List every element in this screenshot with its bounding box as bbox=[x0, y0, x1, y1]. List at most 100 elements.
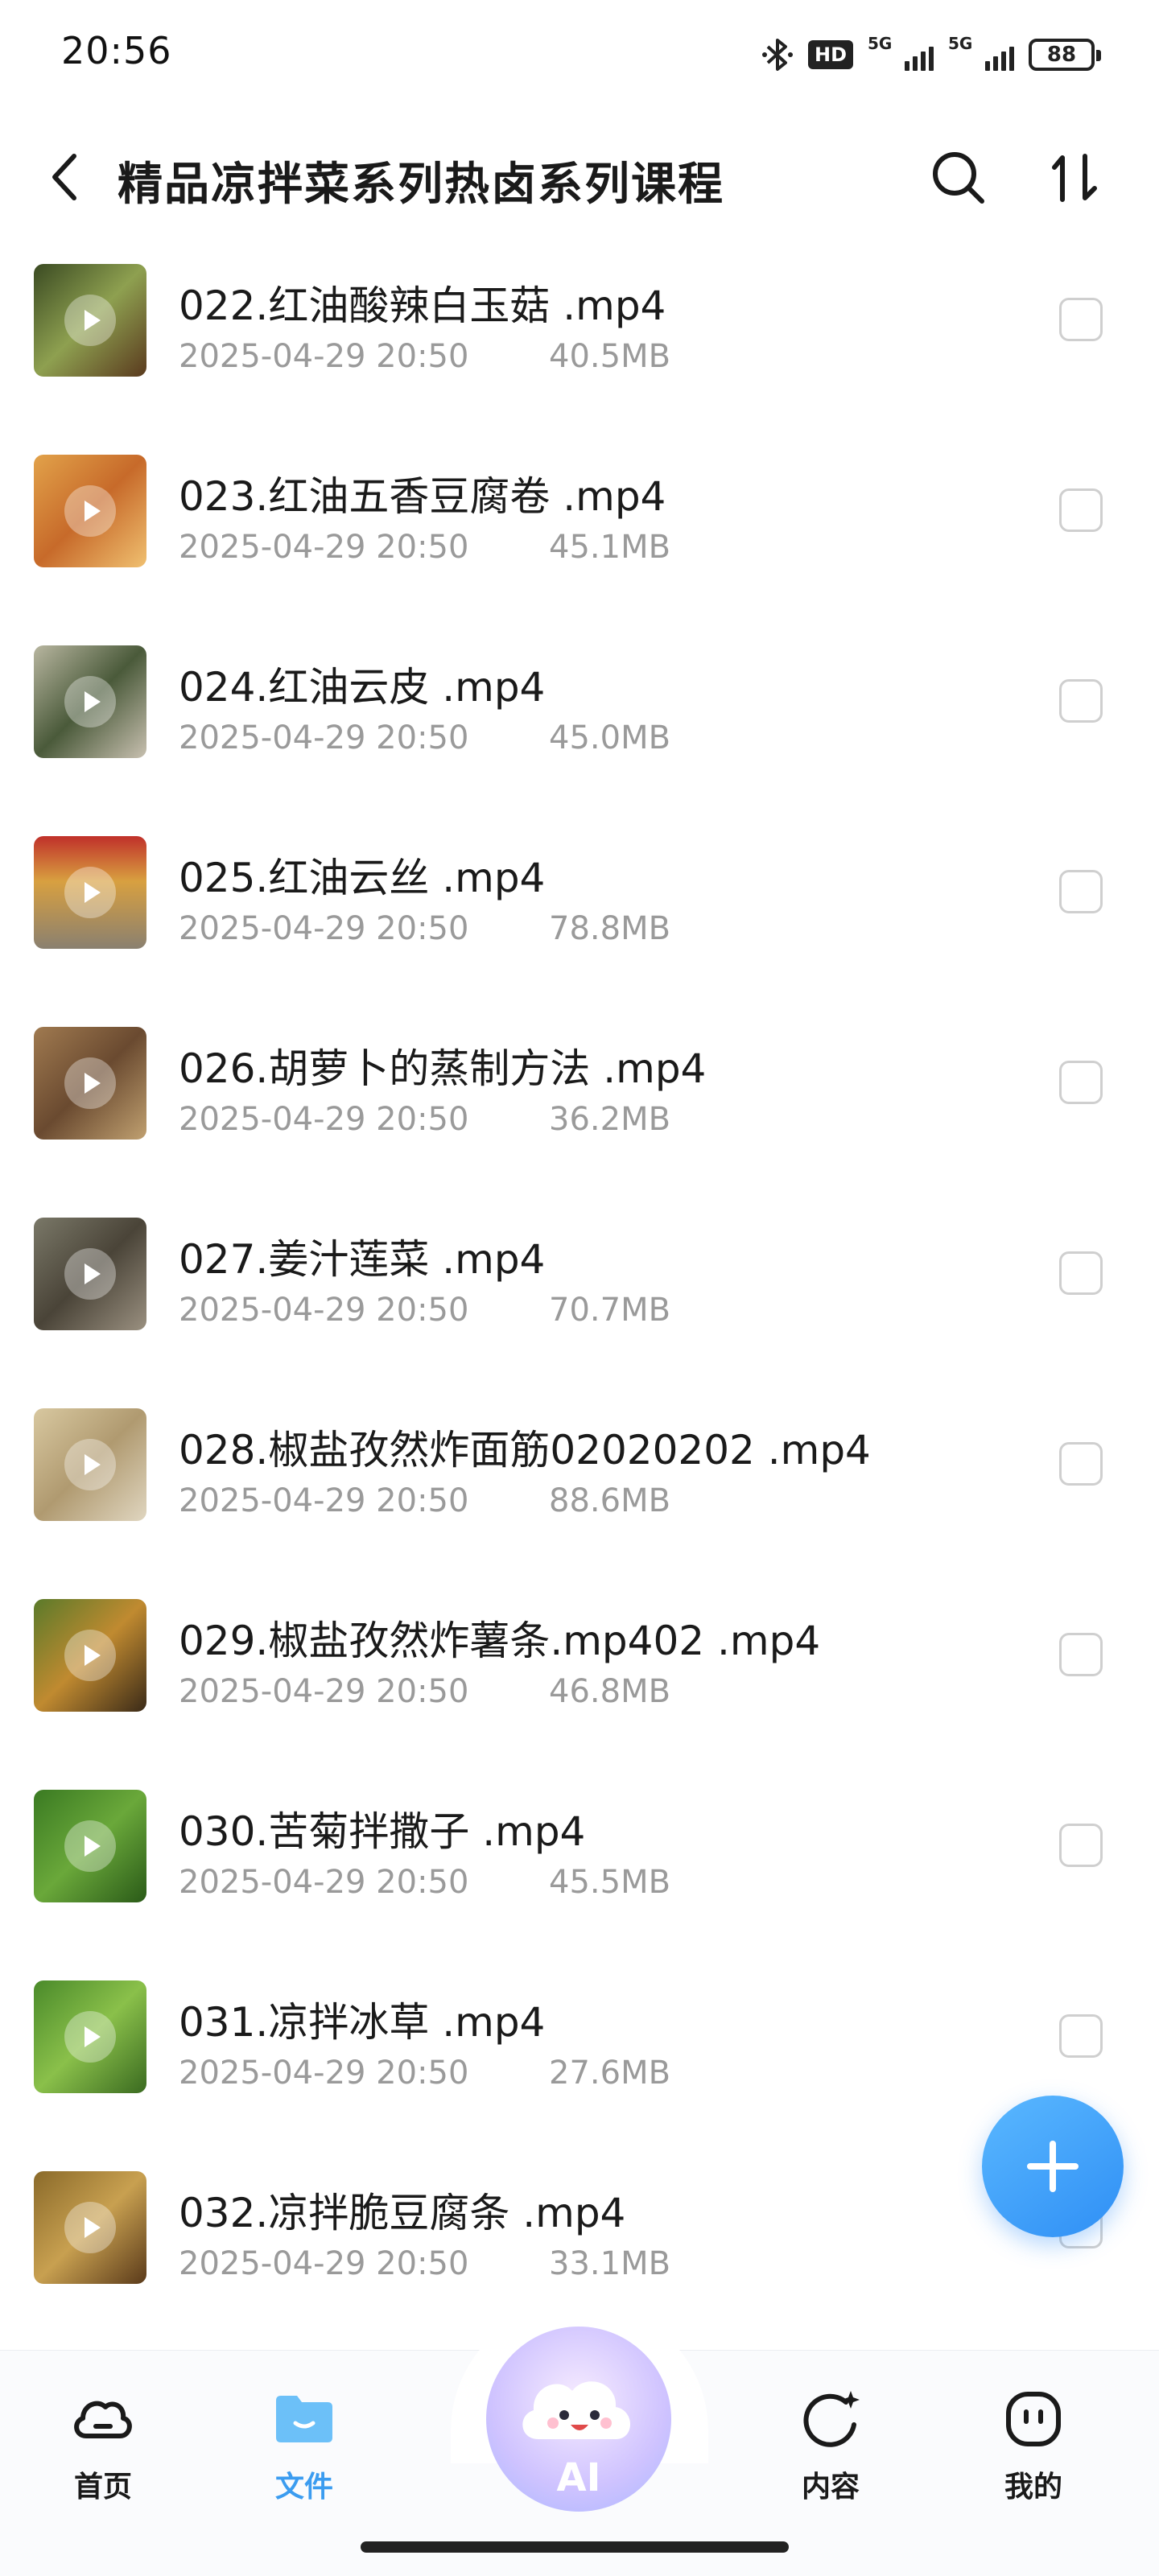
file-size: 78.8MB bbox=[549, 910, 671, 947]
file-size: 27.6MB bbox=[549, 2055, 671, 2092]
file-size: 40.5MB bbox=[549, 338, 671, 375]
video-thumbnail[interactable] bbox=[34, 1599, 146, 1712]
content-spark-icon bbox=[803, 2391, 860, 2447]
file-name: 028.椒盐孜然炸面筋02020202 .mp4 bbox=[179, 1427, 871, 1473]
file-meta: 2025-04-29 20:50 40.5MB bbox=[179, 338, 670, 375]
file-name: 023.红油五香豆腐卷 .mp4 bbox=[179, 473, 666, 520]
nav-home[interactable]: 首页 bbox=[47, 2383, 159, 2504]
sort-icon[interactable] bbox=[1043, 145, 1109, 211]
file-row[interactable]: 031.凉拌冰草 .mp4 2025-04-29 20:50 27.6MB bbox=[0, 1966, 1159, 2157]
nav-content-label: 内容 bbox=[801, 2471, 860, 2504]
nav-content[interactable]: 内容 bbox=[774, 2383, 887, 2504]
file-meta: 2025-04-29 20:50 70.7MB bbox=[179, 1292, 670, 1329]
signal-5g-2-icon: 5G bbox=[948, 34, 1014, 72]
file-meta: 2025-04-29 20:50 33.1MB bbox=[179, 2245, 670, 2282]
select-checkbox[interactable] bbox=[1059, 1633, 1103, 1676]
video-thumbnail[interactable] bbox=[34, 455, 146, 567]
nav-files[interactable]: 文件 bbox=[248, 2383, 361, 2504]
video-thumbnail[interactable] bbox=[34, 2171, 146, 2284]
select-checkbox[interactable] bbox=[1059, 298, 1103, 341]
file-meta: 2025-04-29 20:50 46.8MB bbox=[179, 1673, 670, 1710]
ai-label: AI bbox=[556, 2455, 601, 2500]
play-icon bbox=[64, 1248, 116, 1300]
play-icon bbox=[64, 485, 116, 537]
file-date: 2025-04-29 20:50 bbox=[179, 719, 469, 756]
video-thumbnail[interactable] bbox=[34, 836, 146, 949]
file-row[interactable]: 024.红油云皮 .mp4 2025-04-29 20:50 45.0MB bbox=[0, 631, 1159, 822]
file-row[interactable]: 030.苦菊拌撒子 .mp4 2025-04-29 20:50 45.5MB bbox=[0, 1775, 1159, 1966]
file-date: 2025-04-29 20:50 bbox=[179, 2245, 469, 2282]
video-thumbnail[interactable] bbox=[34, 1790, 146, 1902]
file-name: 025.红油云丝 .mp4 bbox=[179, 855, 546, 901]
file-size: 36.2MB bbox=[549, 1101, 671, 1138]
profile-icon bbox=[1006, 2392, 1061, 2446]
file-size: 46.8MB bbox=[549, 1673, 671, 1710]
file-row[interactable]: 025.红油云丝 .mp4 2025-04-29 20:50 78.8MB bbox=[0, 822, 1159, 1012]
file-date: 2025-04-29 20:50 bbox=[179, 2055, 469, 2092]
file-date: 2025-04-29 20:50 bbox=[179, 1292, 469, 1329]
file-list: 022.红油酸辣白玉菇 .mp4 2025-04-29 20:50 40.5MB … bbox=[0, 249, 1159, 2347]
nav-mine-label: 我的 bbox=[1004, 2471, 1062, 2504]
file-row[interactable]: 028.椒盐孜然炸面筋02020202 .mp4 2025-04-29 20:5… bbox=[0, 1394, 1159, 1585]
file-name: 027.姜汁莲菜 .mp4 bbox=[179, 1236, 546, 1283]
play-icon bbox=[64, 1057, 116, 1109]
file-row[interactable]: 026.胡萝卜的蒸制方法 .mp4 2025-04-29 20:50 36.2MB bbox=[0, 1012, 1159, 1203]
video-thumbnail[interactable] bbox=[34, 645, 146, 758]
play-icon bbox=[64, 867, 116, 918]
signal-5g-1-icon: 5G bbox=[868, 34, 934, 72]
cloud-mascot-icon bbox=[522, 2381, 630, 2439]
file-row[interactable]: 023.红油五香豆腐卷 .mp4 2025-04-29 20:50 45.1MB bbox=[0, 440, 1159, 631]
select-checkbox[interactable] bbox=[1059, 1824, 1103, 1867]
page-title: 精品凉拌菜系列热卤系列课程 bbox=[118, 159, 724, 211]
file-name: 031.凉拌冰草 .mp4 bbox=[179, 1999, 546, 2046]
add-button[interactable] bbox=[982, 2096, 1124, 2237]
home-indicator[interactable] bbox=[361, 2541, 789, 2553]
play-icon bbox=[64, 676, 116, 727]
video-thumbnail[interactable] bbox=[34, 1408, 146, 1521]
file-date: 2025-04-29 20:50 bbox=[179, 1101, 469, 1138]
file-row[interactable]: 027.姜汁莲菜 .mp4 2025-04-29 20:50 70.7MB bbox=[0, 1203, 1159, 1394]
video-thumbnail[interactable] bbox=[34, 264, 146, 377]
play-icon bbox=[64, 2202, 116, 2253]
ai-assistant-button[interactable]: AI bbox=[486, 2327, 671, 2512]
select-checkbox[interactable] bbox=[1059, 1442, 1103, 1486]
file-row[interactable]: 022.红油酸辣白玉菇 .mp4 2025-04-29 20:50 40.5MB bbox=[0, 249, 1159, 440]
file-name: 032.凉拌脆豆腐条 .mp4 bbox=[179, 2190, 626, 2236]
folder-icon bbox=[276, 2396, 332, 2442]
file-date: 2025-04-29 20:50 bbox=[179, 338, 469, 375]
select-checkbox[interactable] bbox=[1059, 870, 1103, 913]
file-size: 45.1MB bbox=[549, 529, 671, 566]
play-icon bbox=[64, 295, 116, 346]
file-name: 024.红油云皮 .mp4 bbox=[179, 664, 546, 711]
hd-badge: HD bbox=[807, 40, 853, 69]
file-name: 029.椒盐孜然炸薯条.mp402 .mp4 bbox=[179, 1618, 821, 1664]
file-row[interactable]: 029.椒盐孜然炸薯条.mp402 .mp4 2025-04-29 20:50 4… bbox=[0, 1585, 1159, 1775]
status-icons: HD 5G 5G 88 bbox=[761, 31, 1101, 79]
back-arrow-icon[interactable] bbox=[35, 145, 100, 209]
select-checkbox[interactable] bbox=[1059, 1251, 1103, 1295]
nav-mine[interactable]: 我的 bbox=[977, 2383, 1090, 2504]
file-meta: 2025-04-29 20:50 27.6MB bbox=[179, 2055, 670, 2092]
file-date: 2025-04-29 20:50 bbox=[179, 1673, 469, 1710]
video-thumbnail[interactable] bbox=[34, 1218, 146, 1330]
video-thumbnail[interactable] bbox=[34, 1027, 146, 1140]
nav-files-label: 文件 bbox=[274, 2471, 333, 2504]
select-checkbox[interactable] bbox=[1059, 488, 1103, 532]
select-checkbox[interactable] bbox=[1059, 1061, 1103, 1104]
file-date: 2025-04-29 20:50 bbox=[179, 1864, 469, 1901]
cloud-home-icon bbox=[74, 2401, 132, 2438]
file-size: 88.6MB bbox=[549, 1482, 671, 1519]
select-checkbox[interactable] bbox=[1059, 2014, 1103, 2058]
play-icon bbox=[64, 2011, 116, 2063]
play-icon bbox=[64, 1820, 116, 1872]
top-app-bar: 精品凉拌菜系列热卤系列课程 bbox=[0, 121, 1159, 233]
select-checkbox[interactable] bbox=[1059, 679, 1103, 723]
file-meta: 2025-04-29 20:50 88.6MB bbox=[179, 1482, 670, 1519]
file-name: 022.红油酸辣白玉菇 .mp4 bbox=[179, 282, 666, 329]
status-bar: 20:56 HD 5G 5G 88 bbox=[0, 0, 1159, 105]
bluetooth-icon bbox=[761, 39, 793, 71]
video-thumbnail[interactable] bbox=[34, 1980, 146, 2093]
file-meta: 2025-04-29 20:50 45.1MB bbox=[179, 529, 670, 566]
file-meta: 2025-04-29 20:50 45.5MB bbox=[179, 1864, 670, 1901]
search-icon[interactable] bbox=[926, 145, 992, 211]
